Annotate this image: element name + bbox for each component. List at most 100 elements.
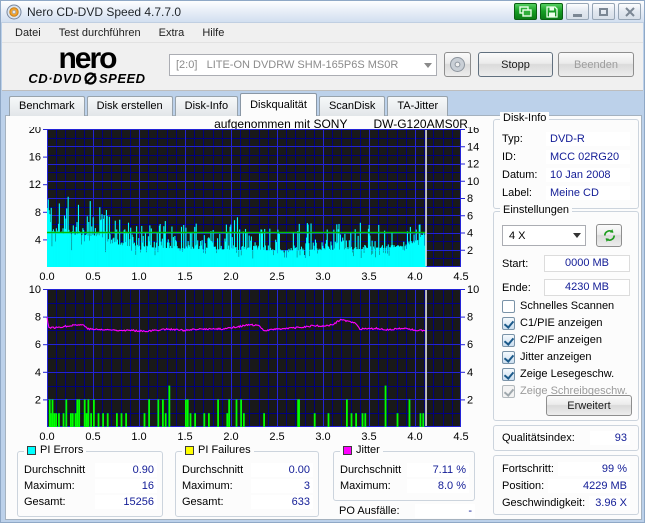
stat-label: Durchschnitt (24, 464, 95, 476)
stat-value: 0.90 (95, 463, 157, 477)
checkbox-zeige-lesegeschw[interactable]: Zeige Lesegeschw. (502, 366, 614, 382)
pi-errors-chart (13, 127, 489, 284)
start-input[interactable]: 0000 MB (544, 255, 630, 272)
tab-ta-jitter[interactable]: TA-Jitter (387, 96, 448, 116)
menu-item-test-durchfuehren[interactable]: Test durchführen (50, 24, 150, 42)
jitter-swatch-icon (343, 446, 352, 455)
start-row: Start: 0000 MB (494, 255, 638, 272)
disk-info-legend: Disk-Info (500, 112, 549, 124)
end-input[interactable]: 4230 MB (544, 279, 630, 296)
progress-value: 99 % (558, 462, 630, 476)
nero-logo-text: nero (13, 46, 161, 71)
end-label: Ende: (502, 282, 544, 294)
po-failures-row: PO Ausfälle: - (339, 504, 475, 518)
speed-select[interactable]: 4 X (502, 225, 586, 246)
drive-select[interactable]: [2:0] LITE-ON DVDRW SHM-165P6S MS0R (169, 54, 437, 76)
disk-date-value: 10 Jan 2008 (546, 168, 630, 182)
pi-failures-panel: PI Failures Durchschnitt0.00 Maximum:3 G… (175, 451, 319, 517)
pi-errors-swatch-icon (27, 446, 36, 455)
tab-scandisk[interactable]: ScanDisk (319, 96, 385, 116)
stat-label: Durchschnitt (182, 464, 251, 476)
checkbox-jitter-anzeigen[interactable]: Jitter anzeigen (502, 349, 592, 365)
stat-value: 633 (251, 495, 313, 509)
jitter-panel: Jitter Durchschnitt7.11 % Maximum:8.0 % (333, 451, 475, 501)
app-window: Nero CD-DVD Speed 4.7.7.0 Datei Test dur… (0, 0, 645, 523)
disk-type-value: DVD-R (546, 132, 630, 146)
stat-label: Gesamt: (24, 496, 95, 508)
tab-diskqualitaet[interactable]: Diskqualität (240, 93, 317, 116)
tab-benchmark[interactable]: Benchmark (9, 96, 85, 116)
save-button[interactable] (540, 3, 563, 20)
chevron-down-icon (568, 226, 585, 245)
quality-index-panel: Qualitätsindex: 93 (493, 425, 639, 451)
titlebar-buttons (511, 3, 641, 20)
capture-button[interactable] (514, 3, 537, 20)
disk-info-label: Label: (502, 187, 546, 199)
checkbox-icon (502, 300, 515, 313)
position-label: Position: (502, 480, 544, 492)
disk-id-value: MCC 02RG20 (546, 150, 630, 164)
stat-value: 15256 (95, 495, 157, 509)
app-icon[interactable] (6, 4, 22, 20)
tab-disk-info[interactable]: Disk-Info (175, 96, 238, 116)
disk-info-label: Typ: (502, 133, 546, 145)
minimize-icon (573, 14, 582, 17)
stop-button[interactable]: Stopp (478, 52, 553, 77)
speed-select-value: 4 X (503, 230, 568, 242)
stat-label: Gesamt: (182, 496, 251, 508)
checkbox-schnelles-scannen[interactable]: Schnelles Scannen (502, 298, 614, 314)
stat-value: 3 (251, 479, 313, 493)
pi-failures-swatch-icon (185, 446, 194, 455)
checkbox-c2-pif-anzeigen[interactable]: C2/PIF anzeigen (502, 332, 602, 348)
cd-dvd-speed-logo-text: CD·DVD SPEED (13, 71, 161, 86)
minimize-button[interactable] (566, 3, 589, 20)
po-failures-value: - (415, 504, 475, 518)
eject-disc-button[interactable] (444, 52, 471, 77)
disc-logo-icon (84, 72, 97, 85)
progress-panel: Fortschritt:99 % Position:4229 MB Geschw… (493, 455, 639, 515)
tab-disk-erstellen[interactable]: Disk erstellen (87, 96, 173, 116)
quit-button[interactable]: Beenden (558, 52, 634, 77)
menu-item-datei[interactable]: Datei (6, 24, 50, 42)
pi-errors-panel: PI Errors Durchschnitt0.90 Maximum:16 Ge… (17, 451, 163, 517)
pi-failures-jitter-chart (13, 285, 489, 445)
chevron-down-icon (419, 55, 436, 75)
checkbox-icon (502, 351, 515, 364)
disc-icon (449, 56, 466, 73)
maximize-button[interactable] (592, 3, 615, 20)
checkbox-icon (502, 317, 515, 330)
maximize-icon (599, 8, 608, 16)
pi-failures-legend: PI Failures (182, 444, 254, 456)
menu-item-hilfe[interactable]: Hilfe (193, 24, 233, 42)
disk-info-panel: Disk-Info Typ:DVD-R ID:MCC 02RG20 Datum:… (493, 119, 639, 209)
capture-icon (519, 6, 532, 17)
stat-value: 7.11 % (407, 463, 469, 477)
checkbox-c1-pie-anzeigen[interactable]: C1/PIE anzeigen (502, 315, 603, 331)
jitter-legend: Jitter (340, 444, 383, 456)
stat-label: Durchschnitt (340, 464, 407, 476)
start-label: Start: (502, 258, 544, 270)
stat-label: Maximum: (182, 480, 251, 492)
stat-value: 16 (95, 479, 157, 493)
speed-value: 3.96 X (589, 496, 630, 510)
end-row: Ende: 4230 MB (494, 279, 638, 296)
refresh-button[interactable] (596, 224, 622, 247)
refresh-icon (602, 228, 617, 243)
settings-panel: Einstellungen 4 X Start: 0000 MB Ende: 4… (493, 211, 639, 421)
advanced-button[interactable]: Erweitert (546, 395, 632, 416)
stat-value: 0.00 (251, 463, 313, 477)
window-title: Nero CD-DVD Speed 4.7.7.0 (27, 5, 181, 19)
checkbox-icon (502, 385, 515, 398)
disk-info-label: ID: (502, 151, 546, 163)
stat-value: 8.0 % (407, 479, 469, 493)
menubar: Datei Test durchführen Extra Hilfe (2, 23, 643, 43)
close-icon (625, 7, 635, 17)
nero-logo: nero CD·DVD SPEED (13, 46, 161, 86)
menu-item-extra[interactable]: Extra (150, 24, 194, 42)
close-button[interactable] (618, 3, 641, 20)
disk-info-label: Datum: (502, 169, 546, 181)
po-failures-label: PO Ausfälle: (339, 505, 415, 517)
titlebar: Nero CD-DVD Speed 4.7.7.0 (1, 1, 645, 23)
disk-label-value: Meine CD (546, 186, 630, 200)
pi-errors-legend: PI Errors (24, 444, 86, 456)
